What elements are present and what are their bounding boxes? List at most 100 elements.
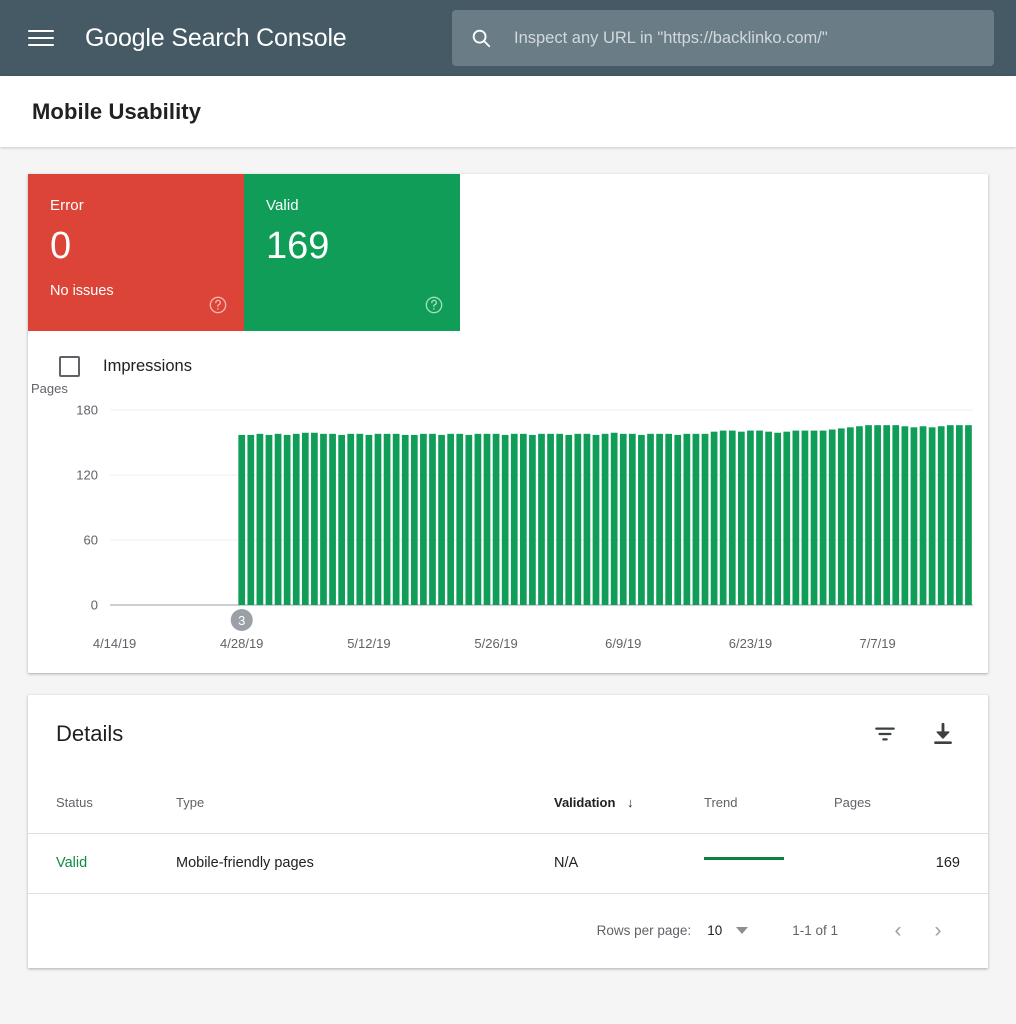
chart-bar (937, 426, 945, 605)
chart-y-tick-label: 60 (84, 533, 98, 548)
chart-bar (892, 425, 900, 605)
chart-bar (765, 431, 772, 605)
chart-y-tick-label: 180 (76, 403, 98, 418)
chart-y-tick-label: 0 (91, 598, 98, 613)
chart-bar (465, 434, 473, 605)
column-header-type[interactable]: Type (176, 773, 554, 834)
chart-bar (828, 429, 836, 605)
column-header-pages[interactable]: Pages (834, 773, 988, 834)
chart-bar (928, 427, 936, 605)
table-pagination: Rows per page: 10 1-1 of 1 ‹ › (28, 894, 988, 968)
chart-x-tick-label: 6/23/19 (729, 636, 772, 651)
chart-bar (256, 433, 264, 605)
status-card-error[interactable]: Error 0 No issues (28, 174, 244, 331)
rows-per-page-value: 10 (707, 923, 723, 938)
hamburger-bar (28, 44, 54, 46)
chart-bar (447, 433, 455, 605)
status-card-error-value: 0 (50, 225, 72, 267)
chart-bar (347, 433, 355, 605)
chart-bar (565, 434, 573, 605)
brand-search-console: Search Console (171, 23, 347, 52)
chart-bar (483, 433, 491, 605)
impressions-checkbox[interactable] (59, 355, 80, 377)
cell-trend (704, 833, 834, 894)
help-circle-icon[interactable] (208, 295, 228, 315)
chart-x-tick-label: 6/9/19 (605, 636, 641, 651)
chart-x-tick-label: 5/26/19 (474, 636, 517, 651)
chart-x-tick-label: 4/28/19 (220, 636, 263, 651)
chart-bar (529, 434, 536, 605)
status-card-valid[interactable]: Valid 169 (244, 174, 460, 331)
chart-bar (801, 430, 809, 605)
column-header-type-label: Type (176, 795, 205, 811)
valid-pages-bar-chart: Pages 0 60 120 180 4/14/19 4/28/19 5/12/19 5/26/… (28, 383, 988, 673)
filter-icon[interactable] (872, 721, 898, 747)
chart-bar (674, 434, 682, 605)
column-header-trend[interactable]: Trend (704, 773, 834, 834)
column-header-status-label: Status (56, 795, 93, 811)
download-icon[interactable] (930, 721, 956, 747)
chart-bar (320, 433, 327, 605)
chart-bar (919, 426, 927, 605)
details-table-head: Status Type Validation ↓ Trend Pages (28, 773, 988, 834)
chart-bar (383, 433, 391, 605)
brand-logo[interactable]: Google Search Console (85, 24, 347, 53)
pagination-range: 1-1 of 1 (792, 923, 838, 938)
chart-bar (429, 433, 436, 605)
rows-per-page-select[interactable]: 10 (707, 923, 749, 938)
chart-bar (701, 433, 709, 605)
search-icon (470, 27, 492, 49)
chart-bar (374, 433, 382, 605)
help-circle-icon[interactable] (424, 295, 444, 315)
chart-bar (965, 425, 972, 605)
chart-bar (837, 428, 845, 605)
details-table: Status Type Validation ↓ Trend Pages Val… (28, 773, 988, 894)
details-toolbar (872, 721, 956, 747)
hamburger-menu-icon[interactable] (28, 23, 58, 53)
chart-bar (501, 434, 509, 605)
chart-bar (365, 434, 373, 605)
chart-bar (719, 430, 727, 605)
status-card-valid-label: Valid (266, 197, 299, 214)
url-inspection-search-box[interactable] (452, 10, 994, 66)
chart-bar (265, 434, 273, 605)
chart-bar (420, 433, 427, 605)
cell-pages: 169 (834, 833, 988, 894)
chart-bar (592, 434, 600, 605)
chart-bar (628, 433, 636, 605)
column-header-validation[interactable]: Validation ↓ (554, 773, 704, 834)
chart-bar (710, 431, 718, 605)
chart-bar (401, 434, 409, 605)
chart-bar (356, 433, 364, 605)
trend-sparkline (704, 857, 784, 860)
chart-legend-row: Impressions (28, 331, 988, 383)
chart-bar (856, 426, 863, 605)
chart-x-tick-label: 7/7/19 (860, 636, 896, 651)
brand-google: Google (85, 23, 165, 52)
chart-bar (247, 434, 255, 605)
search-input[interactable] (514, 28, 976, 48)
chart-bar (283, 434, 291, 605)
table-row[interactable]: Valid Mobile-friendly pages N/A 169 (28, 833, 988, 894)
chart-bar (574, 433, 582, 605)
chart-bar (638, 434, 645, 605)
status-card-error-sub: No issues (50, 282, 114, 299)
chevron-down-icon (736, 927, 749, 934)
chevron-left-icon[interactable]: ‹ (878, 911, 918, 951)
details-heading: Details (56, 721, 124, 746)
chart-bar (547, 433, 554, 605)
chart-y-tick-label: 120 (76, 468, 98, 483)
chart-bar (756, 430, 763, 605)
chart-bar (492, 433, 500, 605)
chart-bar (910, 427, 918, 605)
chevron-right-icon[interactable]: › (918, 911, 958, 951)
chart-bar (874, 425, 881, 605)
cell-type: Mobile-friendly pages (176, 833, 554, 894)
chart-bar (619, 433, 627, 605)
rows-per-page-label: Rows per page: (596, 923, 692, 938)
chart-bar (338, 434, 346, 605)
column-header-status[interactable]: Status (28, 773, 176, 834)
chart-bar (610, 432, 618, 605)
chart-bar (783, 431, 791, 605)
details-table-body: Valid Mobile-friendly pages N/A 169 (28, 833, 988, 894)
